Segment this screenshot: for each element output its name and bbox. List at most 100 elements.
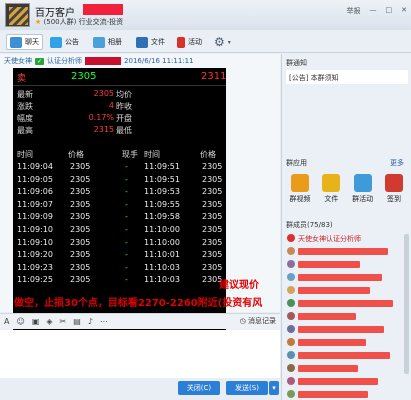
- chevron-down-icon: ▾: [227, 38, 231, 46]
- member-row[interactable]: [284, 349, 410, 362]
- edit-toolbar: A ☺ ▣ ◈ ✂ ▤ ♪ ⋯ ◷ 消息记录: [0, 313, 280, 329]
- apps-more-link[interactable]: 更多: [390, 158, 404, 168]
- member-row[interactable]: [284, 258, 410, 271]
- trade-price: 2305: [202, 250, 223, 260]
- image-icon[interactable]: ▣: [32, 317, 40, 326]
- video-icon: [291, 174, 309, 192]
- app-files[interactable]: 文件: [317, 174, 345, 204]
- redacted-name: [85, 57, 122, 65]
- app-checkin[interactable]: 签到: [380, 174, 408, 204]
- member-row[interactable]: [284, 362, 410, 375]
- gift-icon[interactable]: ◈: [46, 317, 52, 326]
- more-icon[interactable]: ⋯: [100, 317, 108, 326]
- message-history-button[interactable]: ◷ 消息记录: [240, 316, 276, 326]
- trade-price: 2305: [70, 224, 91, 234]
- redacted-member: [298, 339, 366, 346]
- trade-row: 11:09:20 2305 11:10:01 2305 -: [13, 249, 226, 262]
- avatar: [287, 260, 295, 268]
- tab-announcement[interactable]: 公告: [50, 34, 79, 50]
- avatar: [287, 390, 295, 398]
- send-button[interactable]: 发送(S): [226, 381, 268, 395]
- avatar: [287, 299, 295, 307]
- quote-screenshot[interactable]: 卖 2305 2311 最新 2305 均价 涨跌 4 昨收 幅度 0.17%: [13, 68, 226, 331]
- gear-icon: ⚙: [214, 35, 225, 49]
- redacted-member: [298, 261, 360, 268]
- app-video[interactable]: 群视频: [286, 174, 314, 204]
- trade-row: 11:09:07 2305 11:09:55 2305 -: [13, 199, 226, 212]
- close-button[interactable]: 关闭(C): [178, 381, 220, 395]
- mic-icon[interactable]: ♪: [88, 317, 93, 326]
- sell-price: 2311: [201, 71, 227, 82]
- notice-box[interactable]: [公告] 本群须知: [286, 70, 408, 84]
- trade-price: 2305: [202, 262, 223, 272]
- sender-title: 认证分析师: [47, 57, 83, 65]
- quote-stats: 最新 2305 均价 涨跌 4 昨收 幅度 0.17% 开盘 最高 2315 最…: [13, 88, 226, 136]
- trade-time: 11:09:25: [17, 275, 53, 285]
- trade-volume-dash: -: [125, 212, 128, 222]
- message-input[interactable]: [0, 330, 280, 378]
- member-row[interactable]: [284, 284, 410, 297]
- trade-volume-dash: -: [125, 224, 128, 234]
- trade-time: 11:10:03: [144, 275, 180, 285]
- redacted-member: [298, 326, 384, 333]
- close-window-button[interactable]: ✕: [401, 6, 407, 16]
- group-avatar[interactable]: [5, 3, 30, 27]
- star-icon: ★: [35, 18, 42, 26]
- screenshot-icon[interactable]: ✂: [60, 317, 67, 326]
- sender-name[interactable]: 天使女神: [4, 56, 32, 66]
- quote-stat-row: 涨跌 4 昨收: [17, 101, 132, 111]
- member-row[interactable]: [284, 388, 410, 400]
- trade-volume-dash: -: [125, 237, 128, 247]
- trade-price: 2305: [202, 162, 223, 171]
- members-list[interactable]: 天使女神认证分析师: [284, 232, 410, 400]
- trade-volume-dash: -: [125, 262, 128, 272]
- megaphone-icon: [50, 36, 62, 48]
- avatar: [287, 325, 295, 333]
- minimize-button[interactable]: —: [370, 6, 377, 16]
- tab-album[interactable]: 相册: [93, 34, 122, 50]
- emoji-icon[interactable]: ☺: [16, 317, 24, 326]
- trade-price: 2305: [202, 224, 223, 234]
- folder-icon[interactable]: ▤: [73, 317, 81, 326]
- member-row[interactable]: 天使女神认证分析师: [284, 232, 410, 245]
- member-row[interactable]: [284, 336, 410, 349]
- right-panel: 群通知 [公告] 本群须知 群应用 更多 群视频 文件 群活动 签到 群成员(7…: [281, 54, 411, 400]
- chat-history[interactable]: 天使女神 ✓ 认证分析师 2016/6/16 11:11:11 卖 2305 2…: [0, 54, 280, 331]
- maximize-button[interactable]: □: [386, 6, 393, 16]
- trade-time: 11:09:07: [17, 199, 53, 209]
- avatar: [287, 286, 295, 294]
- avatar: [287, 273, 295, 281]
- send-options-button[interactable]: ▾: [269, 381, 279, 395]
- quote-stat-row: 最新 2305 均价: [17, 89, 132, 99]
- trade-time: 11:09:09: [17, 212, 53, 222]
- quote-stat-row: 最高 2315 最低: [17, 125, 132, 135]
- member-row[interactable]: [284, 310, 410, 323]
- chat-icon: [10, 36, 22, 48]
- member-row[interactable]: [284, 271, 410, 284]
- member-row[interactable]: [284, 375, 410, 388]
- trade-row: 11:09:25 2305 11:10:03 2305-: [13, 274, 226, 287]
- app-activity[interactable]: 群活动: [349, 174, 377, 204]
- trade-time: 11:09:55: [144, 199, 180, 209]
- title-bar: 百万客户 ★ (500人群) 行业交流-投资 举报 — □ ✕: [0, 0, 411, 30]
- trade-price: 2305: [202, 237, 223, 247]
- member-row[interactable]: [284, 297, 410, 310]
- trade-price: 2305: [70, 162, 91, 171]
- member-row[interactable]: [284, 245, 410, 258]
- report-button[interactable]: 举报: [347, 6, 361, 16]
- clock-icon: ◷: [239, 317, 246, 325]
- member-row[interactable]: [284, 323, 410, 336]
- tab-activity[interactable]: 活动: [177, 34, 202, 50]
- redacted-member: [298, 352, 390, 359]
- members-scrollbar[interactable]: [404, 234, 409, 374]
- trade-time: 11:10:01: [144, 250, 180, 260]
- tab-chat[interactable]: 聊天: [6, 34, 43, 50]
- file-icon: [322, 174, 341, 192]
- font-icon[interactable]: A: [4, 317, 9, 326]
- trade-price: 2305: [70, 187, 91, 197]
- tab-files[interactable]: 文件: [136, 34, 165, 50]
- photo-album-icon: [93, 36, 105, 48]
- group-category: 行业交流-投资: [78, 18, 124, 26]
- settings-button[interactable]: ⚙ ▾: [214, 34, 231, 50]
- message-header: 天使女神 ✓ 认证分析师 2016/6/16 11:11:11: [4, 56, 194, 66]
